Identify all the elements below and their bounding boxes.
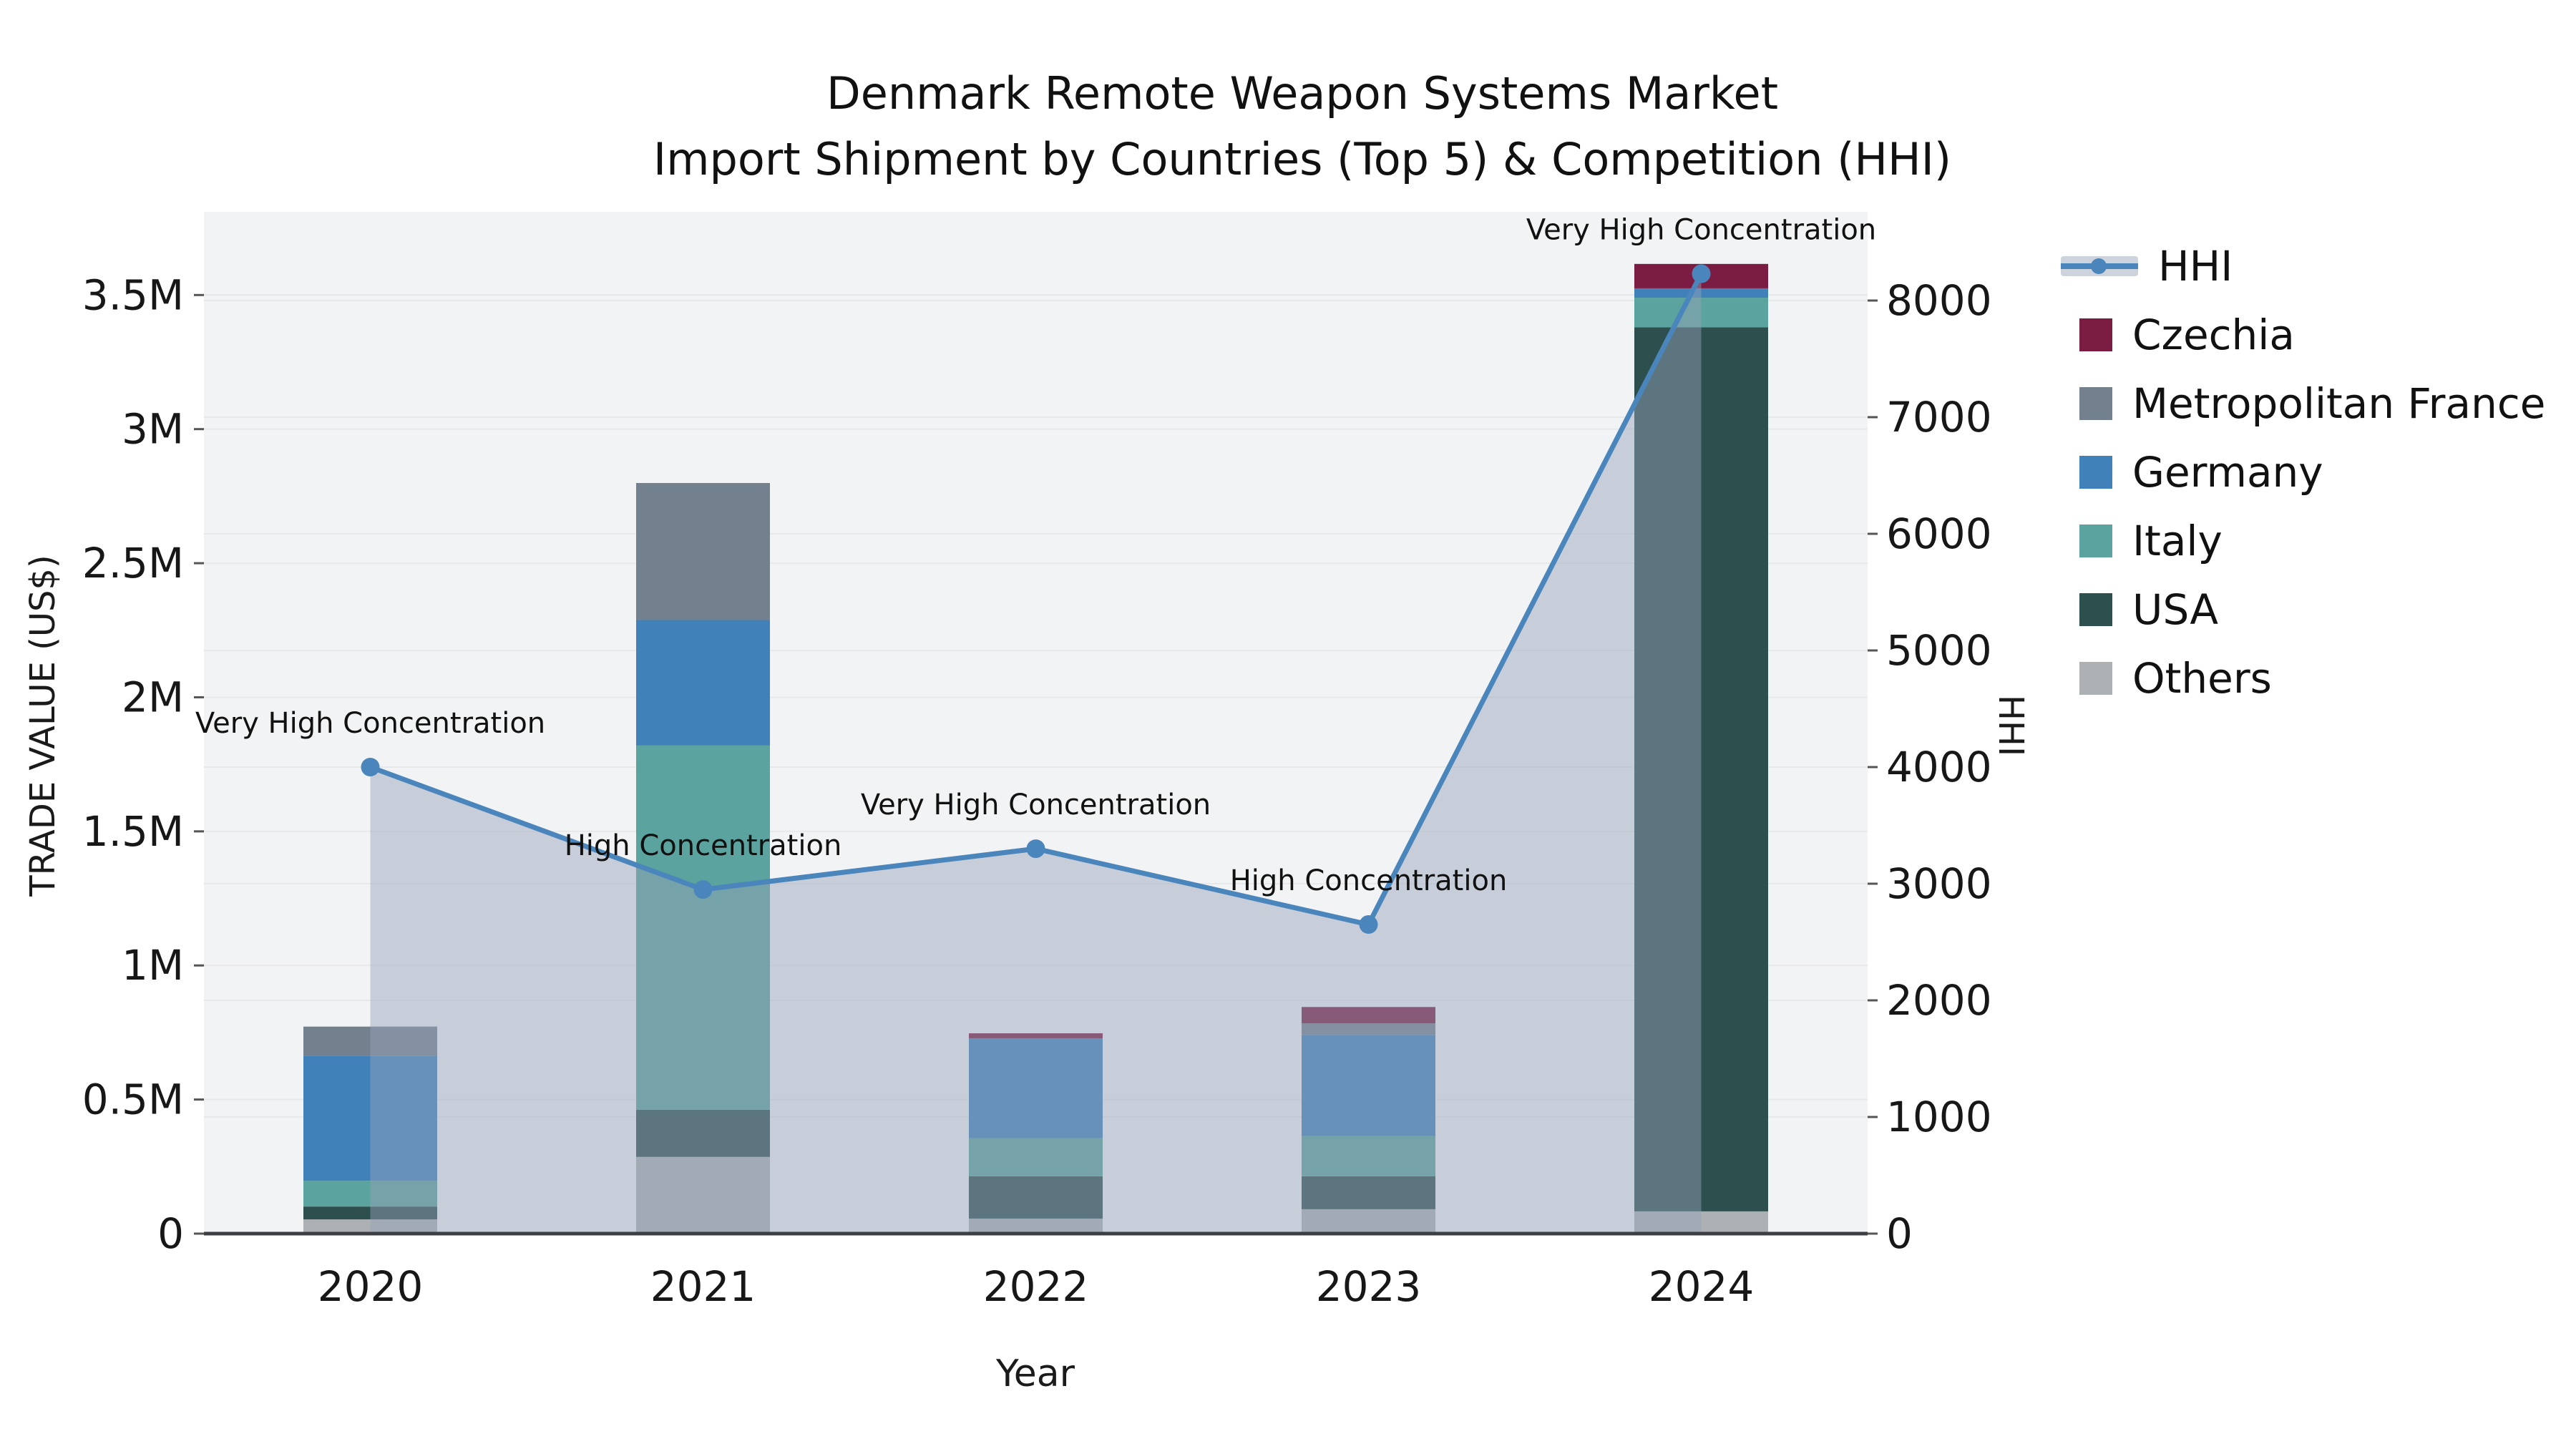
left-axis-tick-1.5M: 1.5M xyxy=(82,807,184,856)
right-axis-tick-1000: 1000 xyxy=(1886,1093,1992,1141)
annotation-2021: High Concentration xyxy=(565,829,842,862)
right-axis-tick-6000: 6000 xyxy=(1886,509,1992,558)
legend-label: Czechia xyxy=(2132,311,2295,359)
hhi-marker-2024[interactable] xyxy=(1692,264,1711,283)
x-tick-2020: 2020 xyxy=(318,1262,424,1311)
annotation-2023: High Concentration xyxy=(1230,864,1508,897)
legend-label: USA xyxy=(2132,585,2219,634)
legend-item-hhi[interactable]: HHI xyxy=(2061,232,2569,301)
others-swatch-icon xyxy=(2079,662,2112,695)
germany-swatch-icon xyxy=(2079,456,2112,489)
legend-label: Metropolitan France xyxy=(2132,379,2546,428)
chart-title-line1: Denmark Remote Weapon Systems Market xyxy=(826,67,1779,119)
left-axis-tick-2M: 2M xyxy=(122,673,184,721)
left-axis-title: TRADE VALUE (US$) xyxy=(23,555,63,897)
x-tick-2021: 2021 xyxy=(650,1262,756,1311)
annotation-2022: Very High Concentration xyxy=(861,789,1211,821)
left-axis-tick-0.5M: 0.5M xyxy=(82,1075,184,1124)
chart-canvas: 0 0.5M 1M 1.5M 2M 2.5M 3M 3.5M 0 1000 2000 3000 4000… xyxy=(82,212,1992,1311)
hhi-marker-2022[interactable] xyxy=(1026,839,1045,859)
czechia-swatch-icon xyxy=(2079,318,2112,351)
right-axis-title: HHI xyxy=(1991,694,2031,757)
right-axis-tick-5000: 5000 xyxy=(1886,626,1992,675)
right-axis-tick-8000: 8000 xyxy=(1886,276,1992,325)
hhi-marker-2021[interactable] xyxy=(693,880,713,899)
legend-label: Others xyxy=(2132,654,2272,703)
right-axis-tick-0: 0 xyxy=(1886,1209,1913,1258)
chart-title: Denmark Remote Weapon Systems Market Imp… xyxy=(29,61,2576,192)
left-axis-tick-2.5M: 2.5M xyxy=(82,539,184,587)
italy-swatch-icon xyxy=(2079,525,2112,557)
legend-item-germany[interactable]: Germany xyxy=(2061,438,2569,507)
x-axis-title: Year xyxy=(995,1352,1075,1395)
left-axis-tick-3.5M: 3.5M xyxy=(82,270,184,319)
legend-label: Italy xyxy=(2132,517,2223,565)
usa-swatch-icon xyxy=(2079,593,2112,626)
x-tick-2024: 2024 xyxy=(1649,1262,1755,1311)
hhi-marker-2020[interactable] xyxy=(361,758,380,776)
bar-segment-metropolitan-france-2021[interactable] xyxy=(636,483,770,620)
legend-item-metropolitan-france[interactable]: Metropolitan France xyxy=(2061,369,2569,438)
x-tick-2023: 2023 xyxy=(1316,1262,1422,1311)
left-axis-tick-0: 0 xyxy=(157,1209,184,1258)
hhi-marker-2023[interactable] xyxy=(1359,915,1378,935)
x-tick-2022: 2022 xyxy=(983,1262,1089,1311)
right-axis-tick-3000: 3000 xyxy=(1886,859,1992,908)
legend-item-italy[interactable]: Italy xyxy=(2061,507,2569,575)
annotation-2020: Very High Concentration xyxy=(195,707,545,740)
figure: 0 0.5M 1M 1.5M 2M 2.5M 3M 3.5M 0 1000 2000 3000 4000… xyxy=(0,0,2576,1449)
chart-title-line2: Import Shipment by Countries (Top 5) & C… xyxy=(653,133,1952,185)
left-axis-tick-1M: 1M xyxy=(122,941,184,990)
annotation-2024: Very High Concentration xyxy=(1526,214,1876,247)
bar-segment-germany-2021[interactable] xyxy=(636,620,770,746)
legend-item-others[interactable]: Others xyxy=(2061,644,2569,713)
legend-label: Germany xyxy=(2132,448,2323,497)
legend-item-czechia[interactable]: Czechia xyxy=(2061,301,2569,369)
legend-label: HHI xyxy=(2158,242,2233,291)
legend-item-usa[interactable]: USA xyxy=(2061,575,2569,644)
hhi-line-swatch-icon xyxy=(2061,253,2138,279)
left-axis-tick-3M: 3M xyxy=(122,405,184,454)
right-axis-tick-4000: 4000 xyxy=(1886,743,1992,791)
legend: HHI Czechia Metropolitan France Germany … xyxy=(2061,232,2569,713)
right-axis-tick-2000: 2000 xyxy=(1886,976,1992,1025)
france-swatch-icon xyxy=(2079,387,2112,420)
right-axis-tick-7000: 7000 xyxy=(1886,393,1992,441)
